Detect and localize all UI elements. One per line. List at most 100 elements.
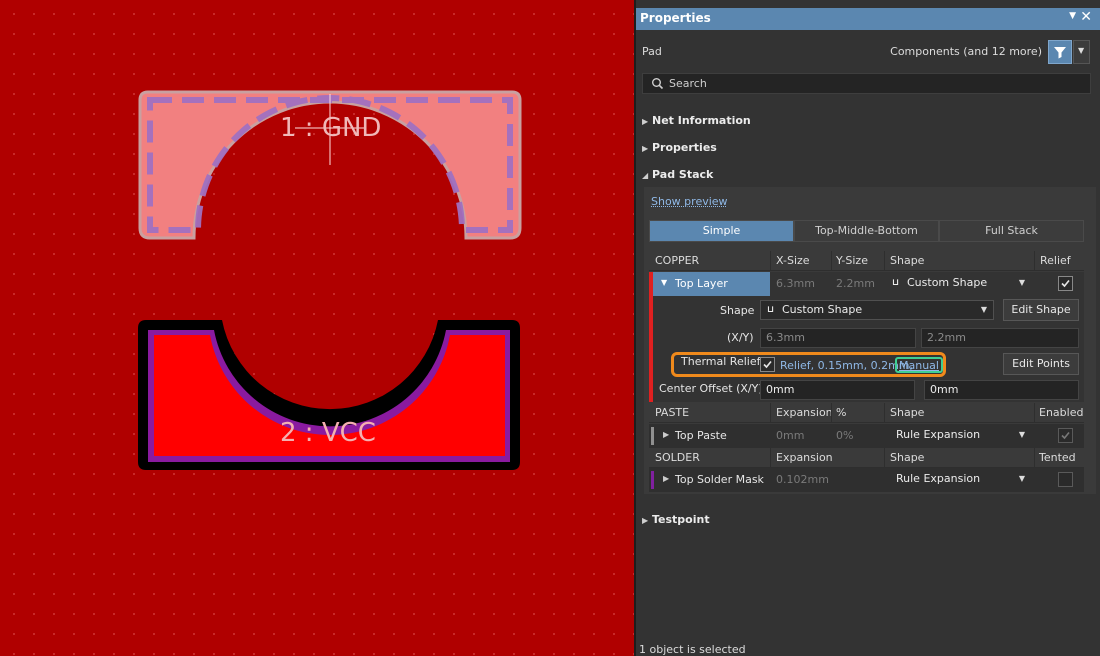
column-header: % [836,406,847,419]
column-header: SOLDER [655,451,700,464]
y-size-field[interactable]: 2.2mm [921,328,1079,348]
shape-value: Custom Shape [907,276,988,289]
selection-filter-label[interactable]: Components (and 12 more) [890,45,1042,58]
panel-title: Properties [640,11,711,25]
center-offset-y-field[interactable]: 0mm [924,380,1079,400]
chevron-right-icon[interactable]: ▶ [663,474,669,483]
chevron-right-icon: ▶ [642,516,649,525]
layer-color-swatch [649,272,653,296]
paste-enabled-checkbox[interactable] [1058,428,1073,443]
edit-points-button[interactable]: Edit Points [1003,353,1079,375]
section-label: Properties [652,141,717,154]
chevron-down-icon: ▼ [1018,474,1025,483]
layer-name: Top Layer [675,277,728,290]
chevron-down-icon: ◢ [642,171,649,180]
layer-name-cell[interactable]: ▼ Top Layer [649,272,770,296]
copper-header: COPPER X-Size Y-Size Shape Relief [649,251,1084,271]
paste-shape-select[interactable]: Rule Expansion ▼ [886,425,1032,445]
show-preview-link[interactable]: Show preview [651,195,728,208]
shape-value: Custom Shape [782,303,863,316]
solder-header: SOLDER Expansion Shape Tented [649,448,1084,468]
column-header: PASTE [655,406,690,419]
layer-name: Top Paste [675,429,727,442]
solder-layer-row[interactable]: ▶ Top Solder Mask 0.102mm Rule Expansion… [649,468,1084,492]
column-header: Y-Size [836,254,868,267]
checkmark-icon [1061,279,1070,288]
column-header: Shape [890,451,925,464]
shape-value: Rule Expansion [896,428,981,441]
center-offset-label: Center Offset (X/Y) [659,382,763,395]
xy-label: (X/Y) [727,331,754,344]
column-header: X-Size [776,254,810,267]
pcb-canvas[interactable]: 1 : GND 2 : VCC [0,0,634,656]
object-kind: Pad [642,45,662,58]
paste-percent-value: 0% [836,429,854,442]
section-testpoint[interactable]: ▶ Testpoint [642,513,710,526]
column-header: COPPER [655,254,700,267]
manual-highlight [895,357,943,373]
solder-shape-select[interactable]: Rule Expansion ▼ [886,469,1032,489]
y-size-value: 2.2mm [836,277,875,290]
filter-button[interactable] [1048,40,1072,64]
expand-down-icon[interactable]: ▼ [661,278,667,287]
column-header: Tented [1039,451,1076,464]
column-header: Shape [890,406,925,419]
paste-header: PASTE Expansion % Shape Enabled [649,403,1084,423]
custom-shape-icon: ⊔ [892,278,900,288]
shape-label: Shape [720,304,755,317]
panel-header: Properties ▼ ✕ [636,8,1100,30]
chevron-right-icon: ▶ [642,144,649,153]
chevron-right-icon: ▶ [642,117,649,126]
search-box[interactable] [642,73,1091,94]
search-icon [652,78,664,90]
pad-2-label: 2 : VCC [280,418,376,448]
section-properties[interactable]: ▶ Properties [642,141,717,154]
filter-dropdown-button[interactable]: ▼ [1073,40,1090,64]
status-text: 1 object is selected [639,643,746,656]
center-offset-x-field[interactable]: 0mm [760,380,915,400]
relief-checkbox[interactable] [1058,276,1073,291]
chevron-down-icon: ▼ [1018,430,1025,439]
chevron-right-icon[interactable]: ▶ [663,430,669,439]
column-header: Expansion [776,406,833,419]
section-label: Pad Stack [652,168,714,181]
properties-panel: Properties ▼ ✕ Pad Components (and 12 mo… [636,0,1100,656]
tented-checkbox[interactable] [1058,472,1073,487]
close-icon[interactable]: ✕ [1080,9,1092,25]
search-input[interactable] [669,74,1069,93]
section-label: Net Information [652,114,751,127]
layer-name: Top Solder Mask [675,473,764,486]
layer-color-swatch [651,427,654,445]
status-bar: 1 object is selected [636,641,1100,656]
chevron-down-icon: ▼ [1018,278,1025,287]
column-header: Shape [890,254,925,267]
tab-simple[interactable]: Simple [649,220,794,242]
x-size-field[interactable]: 6.3mm [760,328,916,348]
custom-shape-icon: ⊔ [767,305,775,315]
checkmark-icon [1061,431,1070,440]
edit-shape-button[interactable]: Edit Shape [1003,299,1079,321]
shape-select[interactable]: ⊔ Custom Shape ▼ [760,300,994,320]
section-pad-stack[interactable]: ◢ Pad Stack [642,168,713,181]
copper-layer-row[interactable]: ▼ Top Layer 6.3mm 2.2mm ⊔ Custom Shape ▼ [649,272,1084,296]
column-header: Enabled [1039,406,1084,419]
x-size-value: 6.3mm [776,277,815,290]
pad-1-label: 1 : GND [280,113,382,143]
paste-layer-row[interactable]: ▶ Top Paste 0mm 0% Rule Expansion ▼ [649,424,1084,448]
tab-top-middle-bottom[interactable]: Top-Middle-Bottom [794,220,939,242]
layer-color-swatch [651,471,654,489]
tab-full-stack[interactable]: Full Stack [939,220,1084,242]
panel-menu-icon[interactable]: ▼ [1069,11,1076,21]
section-net-information[interactable]: ▶ Net Information [642,114,751,127]
column-header: Relief [1040,254,1071,267]
column-header: Expansion [776,451,833,464]
chevron-down-icon: ▼ [980,305,987,314]
section-label: Testpoint [652,513,710,526]
chevron-down-icon: ▼ [1078,46,1085,55]
paste-expansion-value: 0mm [776,429,805,442]
layer-color-bar [649,296,653,402]
shape-value: Rule Expansion [896,472,981,485]
copper-shape-select[interactable]: ⊔ Custom Shape ▼ [886,273,1032,293]
solder-expansion-value: 0.102mm [776,473,829,486]
filter-icon [1054,47,1066,59]
